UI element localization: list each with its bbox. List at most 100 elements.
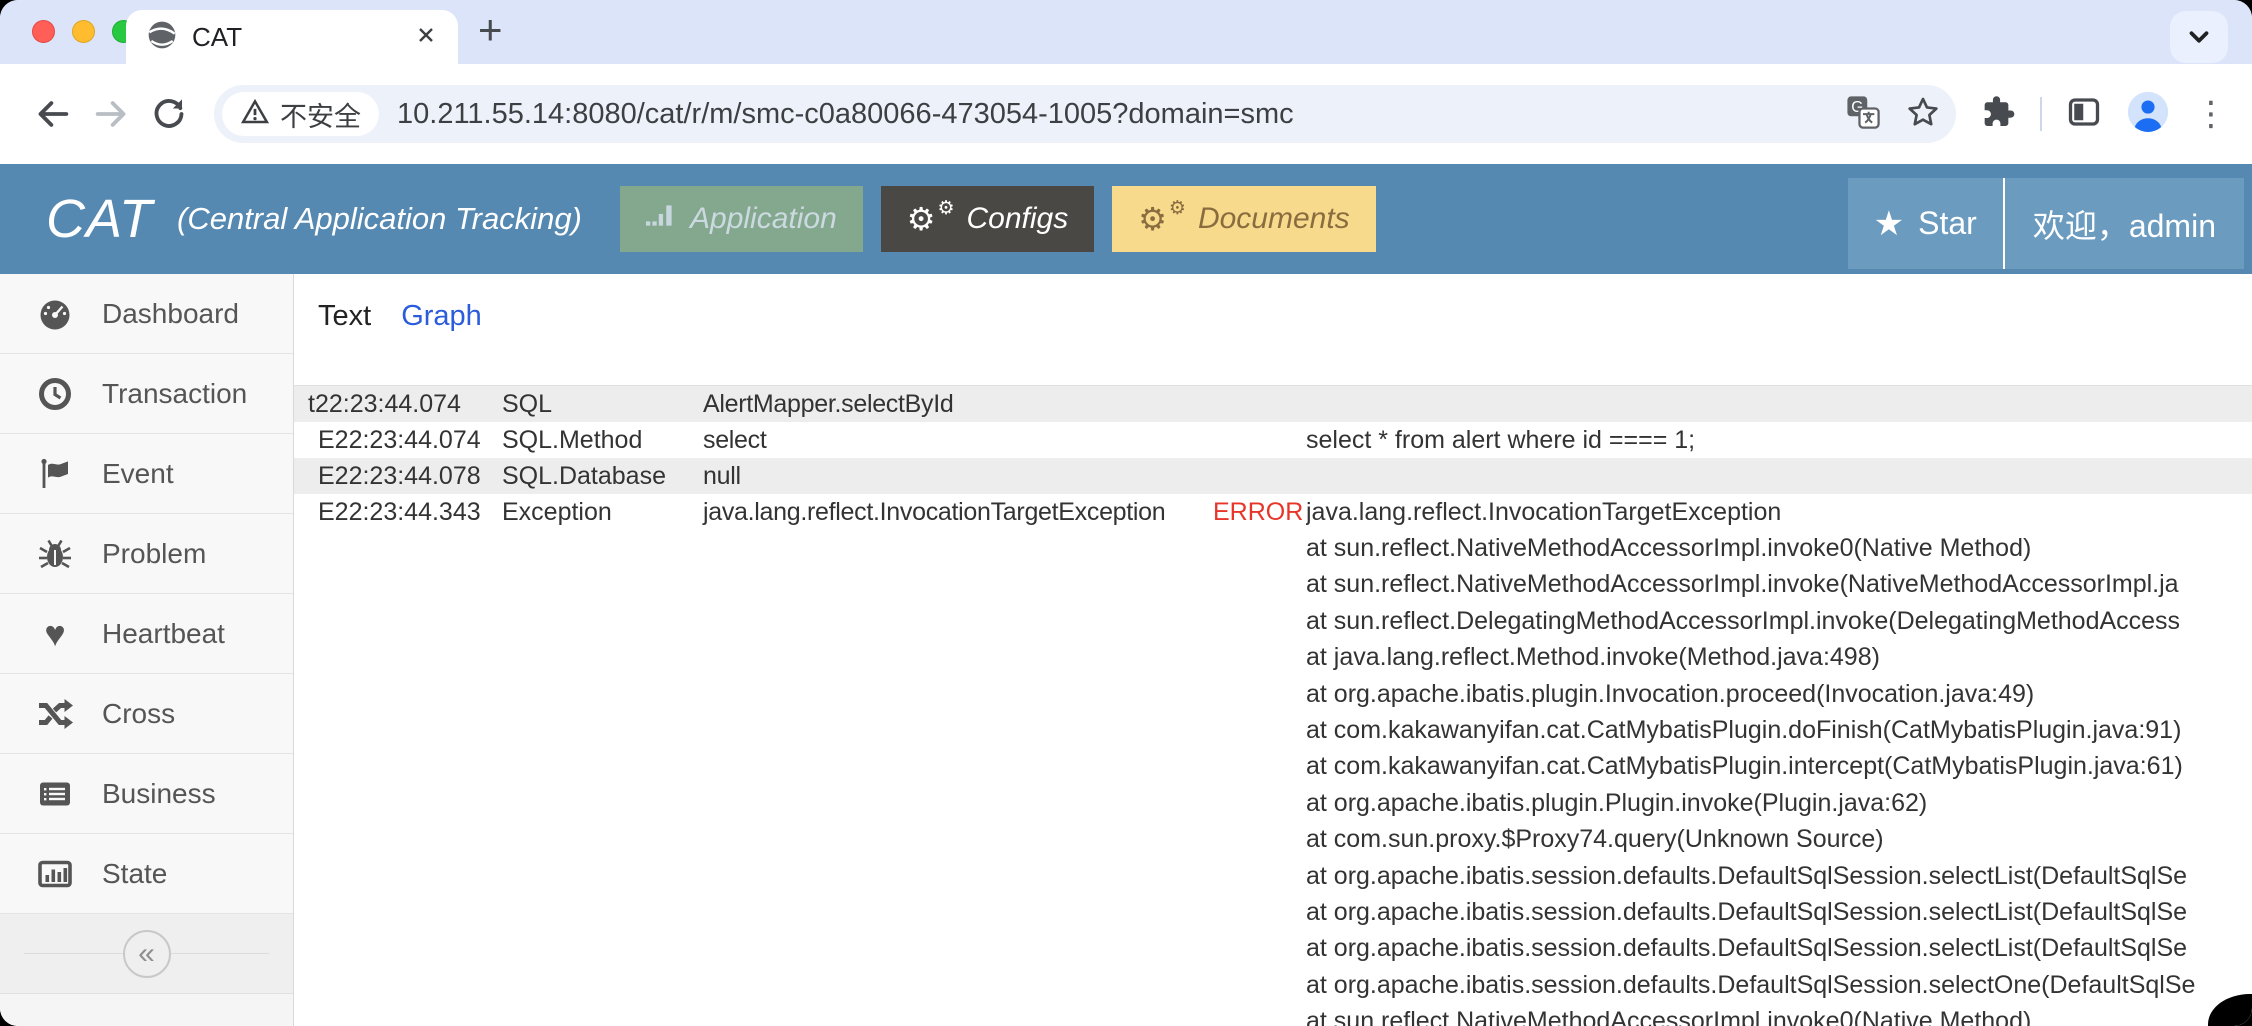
log-name: select: [703, 422, 1213, 458]
bar-chart-icon: [34, 856, 76, 892]
toolbar-divider: [2040, 97, 2042, 131]
back-icon[interactable]: [30, 91, 76, 137]
sidebar-footer: [0, 994, 293, 1026]
sidebar-item-label: Business: [102, 778, 216, 810]
stack-trace: at sun.reflect.NativeMethodAccessorImpl.…: [1306, 530, 2252, 1026]
sidebar-item-label: Heartbeat: [102, 618, 225, 650]
log-row: E22:23:44.343 Exception java.lang.reflec…: [294, 494, 2252, 530]
side-panel-icon[interactable]: [2066, 94, 2102, 135]
sidebar-item-cross[interactable]: Cross: [0, 674, 293, 754]
page-body: Dashboard Transaction Event Problem: [0, 274, 2252, 1026]
translate-icon[interactable]: G: [1846, 95, 1880, 134]
sidebar-item-label: Event: [102, 458, 174, 490]
nav-documents-label: Documents: [1198, 202, 1350, 236]
log-detail: java.lang.reflect.InvocationTargetExcept…: [1306, 494, 2252, 530]
log-name: null: [703, 458, 1213, 494]
new-tab-button[interactable]: +: [478, 6, 503, 54]
reload-icon[interactable]: [146, 91, 192, 137]
stack-line: at org.apache.ibatis.plugin.Invocation.p…: [1306, 676, 2252, 712]
nav-application-button[interactable]: Application: [620, 186, 863, 252]
app-nav: Application ⚙⚙ Configs ⚙⚙ Documents: [620, 186, 1376, 252]
browser-window: CAT + 不安全 10.211.55.14:8080/: [0, 0, 2252, 1026]
forward-icon[interactable]: [88, 91, 134, 137]
gear-small-icon: ⚙: [1169, 199, 1186, 218]
app-subtitle: (Central Application Tracking): [177, 201, 582, 237]
log-row: E22:23:44.078 SQL.Database null: [294, 458, 2252, 494]
log-name: AlertMapper.selectById: [703, 386, 1213, 422]
list-icon: [34, 776, 76, 812]
log-type: Exception: [502, 494, 703, 530]
warning-icon: [240, 97, 270, 132]
log-detail: select * from alert where id ==== 1;: [1306, 422, 2252, 458]
extensions-icon[interactable]: [1980, 94, 2016, 135]
sidebar-item-problem[interactable]: Problem: [0, 514, 293, 594]
stack-line: at sun.reflect.DelegatingMethodAccessorI…: [1306, 603, 2252, 639]
stack-line: at org.apache.ibatis.session.defaults.De…: [1306, 930, 2252, 966]
sidebar-item-label: Transaction: [102, 378, 247, 410]
welcome-label: 欢迎，admin: [2033, 201, 2216, 247]
bookmark-star-icon[interactable]: [1906, 95, 1940, 134]
toolbar-right: ⋮: [1972, 90, 2228, 139]
tab-strip: CAT +: [0, 0, 2252, 64]
heart-icon: ♥: [34, 616, 76, 652]
sidebar: Dashboard Transaction Event Problem: [0, 274, 294, 1026]
tab-search-button[interactable]: [2170, 11, 2228, 63]
stack-line: at sun.reflect.NativeMethodAccessorImpl.…: [1306, 1003, 2252, 1026]
log-row: E22:23:44.074 SQL.Method select select *…: [294, 422, 2252, 458]
nav-configs-label: Configs: [967, 202, 1069, 236]
tab-title: CAT: [192, 22, 414, 53]
log-time: E22:23:44.078: [308, 458, 502, 494]
nav-configs-button[interactable]: ⚙⚙ Configs: [881, 186, 1094, 252]
url-input[interactable]: 10.211.55.14:8080/cat/r/m/smc-c0a80066-4…: [397, 98, 1846, 131]
url-bar[interactable]: 不安全 10.211.55.14:8080/cat/r/m/smc-c0a800…: [214, 85, 1956, 143]
stack-line: at org.apache.ibatis.session.defaults.De…: [1306, 967, 2252, 1003]
tab-text[interactable]: Text: [318, 300, 371, 333]
dashboard-icon: [34, 296, 76, 332]
sidebar-item-event[interactable]: Event: [0, 434, 293, 514]
browser-tab[interactable]: CAT: [126, 10, 458, 64]
sidebar-item-business[interactable]: Business: [0, 754, 293, 834]
divider: [24, 953, 123, 954]
app-logo[interactable]: CAT: [46, 188, 153, 250]
browser-toolbar: 不安全 10.211.55.14:8080/cat/r/m/smc-c0a800…: [0, 64, 2252, 164]
traffic-lights: [32, 20, 135, 43]
gears-icon: ⚙: [907, 203, 936, 235]
welcome-user[interactable]: 欢迎，admin: [2005, 178, 2244, 269]
header-right: ★ Star 欢迎，admin: [1848, 178, 2244, 269]
tab-graph[interactable]: Graph: [401, 300, 482, 333]
log-type: SQL.Database: [502, 458, 703, 494]
app-header: CAT (Central Application Tracking) Appli…: [0, 164, 2252, 274]
flag-icon: [34, 456, 76, 492]
gears-icon: ⚙: [1138, 203, 1167, 235]
collapse-sidebar-button[interactable]: «: [123, 930, 171, 978]
sidebar-item-label: Dashboard: [102, 298, 239, 330]
stack-line: at com.kakawanyifan.cat.CatMybatisPlugin…: [1306, 748, 2252, 784]
sidebar-item-heartbeat[interactable]: ♥ Heartbeat: [0, 594, 293, 674]
browser-menu-icon[interactable]: ⋮: [2194, 97, 2228, 131]
shuffle-icon: [34, 696, 76, 732]
stack-line: at org.apache.ibatis.session.defaults.De…: [1306, 858, 2252, 894]
stack-line: at org.apache.ibatis.plugin.Plugin.invok…: [1306, 785, 2252, 821]
view-tabs: Text Graph: [294, 274, 2252, 333]
stack-line: at java.lang.reflect.Method.invoke(Metho…: [1306, 639, 2252, 675]
log-time: t22:23:44.074: [308, 386, 502, 422]
bug-icon: [34, 536, 76, 572]
stack-line: at com.sun.proxy.$Proxy74.query(Unknown …: [1306, 821, 2252, 857]
tab-close-icon[interactable]: [414, 23, 438, 52]
minimize-window-button[interactable]: [72, 20, 95, 43]
stack-line: at sun.reflect.NativeMethodAccessorImpl.…: [1306, 530, 2252, 566]
profile-avatar[interactable]: [2126, 90, 2170, 139]
nav-documents-button[interactable]: ⚙⚙ Documents: [1112, 186, 1375, 252]
star-button[interactable]: ★ Star: [1848, 178, 2005, 269]
security-chip[interactable]: 不安全: [222, 92, 379, 136]
globe-favicon-icon: [146, 19, 178, 56]
log-time: E22:23:44.074: [308, 422, 502, 458]
main-content: Text Graph t22:23:44.074 SQL AlertMapper…: [294, 274, 2252, 1026]
sidebar-item-transaction[interactable]: Transaction: [0, 354, 293, 434]
security-chip-label: 不安全: [280, 95, 361, 134]
close-window-button[interactable]: [32, 20, 55, 43]
gear-small-icon: ⚙: [937, 199, 954, 218]
sidebar-item-state[interactable]: State: [0, 834, 293, 914]
stack-line: at sun.reflect.NativeMethodAccessorImpl.…: [1306, 566, 2252, 602]
sidebar-item-dashboard[interactable]: Dashboard: [0, 274, 293, 354]
